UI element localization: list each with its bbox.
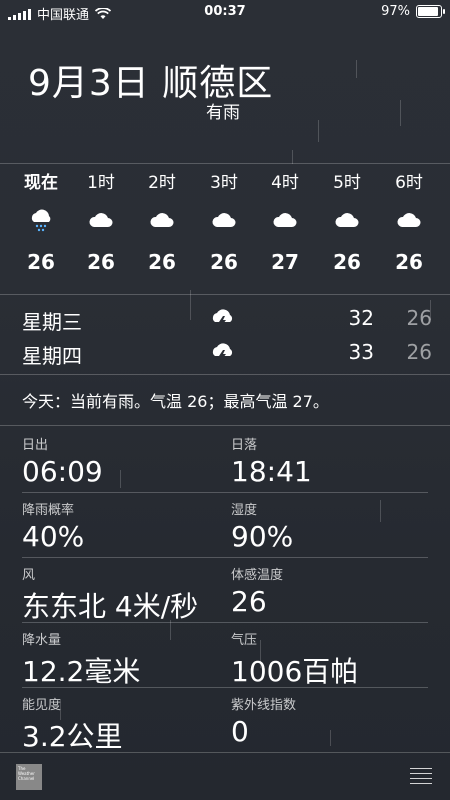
hour-temp: 26 — [333, 250, 361, 274]
detail-visibility: 能见度 3.2公里 — [22, 694, 222, 755]
cloud-icon — [193, 200, 255, 240]
hour-temp: 26 — [27, 250, 55, 274]
battery-icon — [416, 5, 445, 18]
battery-percent: 97% — [381, 4, 410, 19]
detail-label: 日出 — [22, 438, 49, 453]
detail-precipitation: 降水量 12.2毫米 — [22, 629, 222, 690]
divider — [22, 687, 428, 688]
thunderstorm-icon — [210, 342, 236, 369]
hour-item: 5时 26 — [316, 168, 378, 274]
thunderstorm-icon — [210, 308, 236, 335]
hour-temp: 26 — [395, 250, 423, 274]
hourly-forecast[interactable]: 现在 26 1时 26 2时 26 3时 26 4时 27 5时 26 6时 2… — [0, 168, 450, 286]
hour-temp: 27 — [271, 250, 299, 274]
detail-label: 紫外线指数 — [231, 698, 297, 713]
divider — [0, 163, 450, 164]
hour-label: 2时 — [148, 173, 176, 193]
cloud-icon — [378, 200, 440, 240]
hour-temp: 26 — [87, 250, 115, 274]
detail-rain-chance: 降雨概率 40% — [22, 499, 222, 553]
hour-item: 现在 26 — [10, 168, 72, 274]
hour-item: 2时 26 — [131, 168, 193, 274]
cloud-icon — [254, 200, 316, 240]
detail-value: 26 — [231, 585, 267, 618]
status-bar: 中国联通 00:37 97% — [0, 0, 450, 24]
hour-temp: 26 — [210, 250, 238, 274]
detail-value: 18:41 — [231, 455, 312, 488]
hour-item: 1时 26 — [70, 168, 132, 274]
today-summary: 今天：当前有雨。气温 26；最高气温 27。 — [22, 392, 329, 411]
detail-value: 40% — [22, 520, 85, 553]
hour-label: 现在 — [24, 173, 58, 193]
hour-item: 6时 26 — [378, 168, 440, 274]
detail-uv-index: 紫外线指数 0 — [231, 694, 431, 748]
day-name: 星期四 — [22, 344, 82, 368]
detail-pressure: 气压 1006百帕 — [231, 629, 431, 690]
list-icon[interactable] — [410, 768, 432, 788]
rain-cloud-icon — [10, 200, 72, 240]
hour-item: 4时 27 — [254, 168, 316, 274]
detail-sunrise: 日出 06:09 — [22, 434, 222, 488]
detail-label: 降雨概率 — [22, 503, 75, 518]
cloud-icon — [70, 200, 132, 240]
hour-label: 3时 — [210, 173, 238, 193]
divider — [22, 622, 428, 623]
detail-humidity: 湿度 90% — [231, 499, 431, 553]
detail-value: 东东北 4米/秒 — [22, 590, 199, 623]
divider — [22, 492, 428, 493]
hour-item: 3时 26 — [193, 168, 255, 274]
daily-row[interactable]: 星期四 33 26 — [22, 340, 432, 370]
day-name: 星期三 — [22, 310, 82, 334]
detail-sunset: 日落 18:41 — [231, 434, 431, 488]
rain-streak — [318, 120, 319, 142]
detail-value: 1006百帕 — [231, 655, 359, 688]
rain-streak — [400, 100, 401, 126]
detail-value: 0 — [231, 715, 249, 748]
logo-text: The Weather Channel — [18, 766, 35, 781]
detail-label: 湿度 — [231, 503, 258, 518]
day-low: 26 — [406, 340, 432, 364]
detail-label: 体感温度 — [231, 568, 284, 583]
hour-label: 4时 — [271, 173, 299, 193]
hour-label: 5时 — [333, 173, 361, 193]
day-high: 33 — [348, 340, 374, 364]
hour-label: 1时 — [87, 173, 115, 193]
rain-streak — [292, 150, 293, 164]
detail-feels-like: 体感温度 26 — [231, 564, 431, 618]
detail-label: 气压 — [231, 633, 258, 648]
divider — [0, 425, 450, 426]
cloud-icon — [131, 200, 193, 240]
detail-label: 风 — [22, 568, 36, 583]
cloud-icon — [316, 200, 378, 240]
detail-label: 降水量 — [22, 633, 62, 648]
rain-streak — [356, 60, 357, 78]
detail-label: 日落 — [231, 438, 258, 453]
day-low: 26 — [406, 306, 432, 330]
divider — [0, 294, 450, 295]
divider — [22, 557, 428, 558]
weather-channel-logo[interactable]: The Weather Channel — [16, 764, 42, 790]
divider — [0, 374, 450, 375]
hour-temp: 26 — [148, 250, 176, 274]
current-condition: 有雨 — [206, 103, 240, 123]
detail-value: 12.2毫米 — [22, 655, 141, 688]
footer-toolbar: The Weather Channel — [0, 752, 450, 800]
detail-value: 90% — [231, 520, 294, 553]
detail-value: 06:09 — [22, 455, 103, 488]
hour-label: 6时 — [395, 173, 423, 193]
detail-wind: 风 东东北 4米/秒 — [22, 564, 222, 625]
detail-label: 能见度 — [22, 698, 62, 713]
detail-value: 3.2公里 — [22, 720, 123, 753]
day-high: 32 — [348, 306, 374, 330]
status-right: 97% — [381, 4, 445, 19]
daily-row[interactable]: 星期三 32 26 — [22, 306, 432, 336]
